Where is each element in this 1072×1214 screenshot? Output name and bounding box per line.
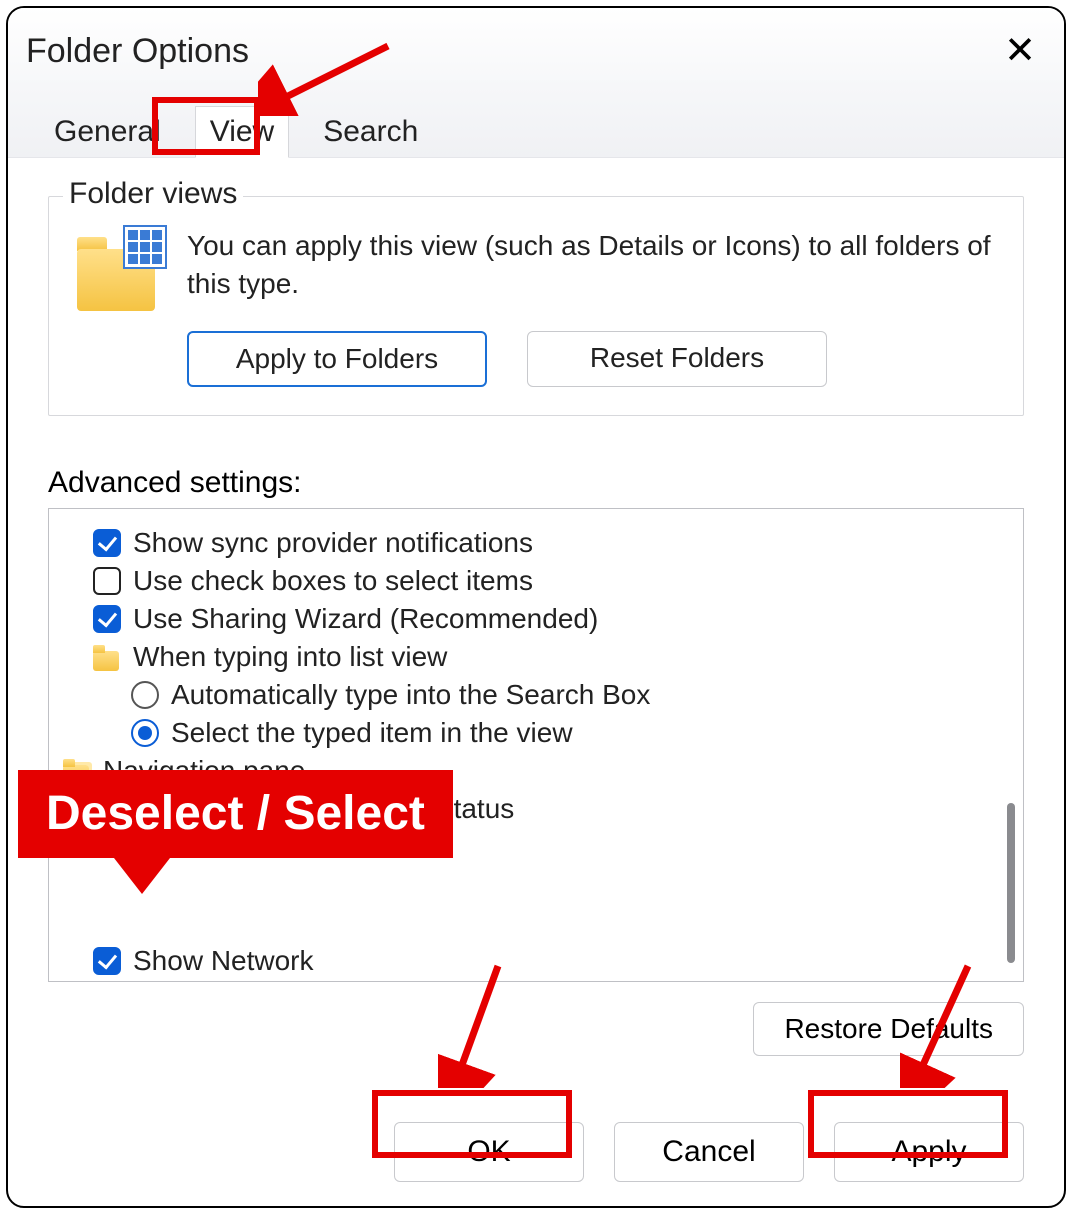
radio-icon[interactable] [131,681,159,709]
folder-views-legend: Folder views [63,177,243,211]
setting-group-typing: When typing into list view [93,639,993,675]
apply-to-folders-button[interactable]: Apply to Folders [187,331,487,387]
setting-show-sync-provider[interactable]: Show sync provider notifications [93,525,993,561]
checkbox-icon[interactable] [93,567,121,595]
titlebar: Folder Options ✕ [8,8,1064,86]
reset-folders-button[interactable]: Reset Folders [527,331,827,387]
setting-label: Automatically type into the Search Box [171,679,650,711]
restore-defaults-button[interactable]: Restore Defaults [753,1002,1024,1056]
tab-general[interactable]: General [40,107,175,157]
scrollbar-thumb[interactable] [1007,803,1015,963]
folder-options-dialog: Folder Options ✕ General View Search Fol… [6,6,1066,1208]
advanced-settings-list[interactable]: Show sync provider notifications Use che… [48,508,1024,982]
cancel-button[interactable]: Cancel [614,1122,804,1182]
folder-icon [93,643,121,671]
tab-search[interactable]: Search [309,107,432,157]
setting-label: Show Network [133,945,314,977]
annotation-callout: Deselect / Select [18,770,453,858]
setting-use-sharing-wizard[interactable]: Use Sharing Wizard (Recommended) [93,601,993,637]
advanced-settings-label: Advanced settings: [48,466,1024,500]
apply-button[interactable]: Apply [834,1122,1024,1182]
setting-label: Select the typed item in the view [171,717,573,749]
tab-view[interactable]: View [195,106,289,158]
folder-views-icon [77,233,161,311]
setting-label: Use check boxes to select items [133,565,533,597]
setting-select-typed-item[interactable]: Select the typed item in the view [131,715,993,751]
ok-button[interactable]: OK [394,1122,584,1182]
setting-label: Use Sharing Wizard (Recommended) [133,603,598,635]
setting-label: Show sync provider notifications [133,527,533,559]
tab-strip: General View Search [8,86,1064,158]
checkbox-icon[interactable] [93,947,121,975]
setting-show-network[interactable]: Show Network [93,943,993,979]
close-icon[interactable]: ✕ [994,26,1046,76]
setting-show-this-pc[interactable]: Show This PC [93,981,993,982]
checkbox-icon[interactable] [93,529,121,557]
radio-icon[interactable] [131,719,159,747]
dialog-footer: OK Cancel Apply [394,1122,1024,1182]
folder-views-description: You can apply this view (such as Details… [187,227,995,311]
dialog-title: Folder Options [26,32,249,71]
setting-auto-type-search[interactable]: Automatically type into the Search Box [131,677,993,713]
checkbox-icon[interactable] [93,605,121,633]
folder-views-group: Folder views You can apply this view (su… [48,196,1024,416]
setting-use-check-boxes[interactable]: Use check boxes to select items [93,563,993,599]
setting-label: When typing into list view [133,641,447,673]
